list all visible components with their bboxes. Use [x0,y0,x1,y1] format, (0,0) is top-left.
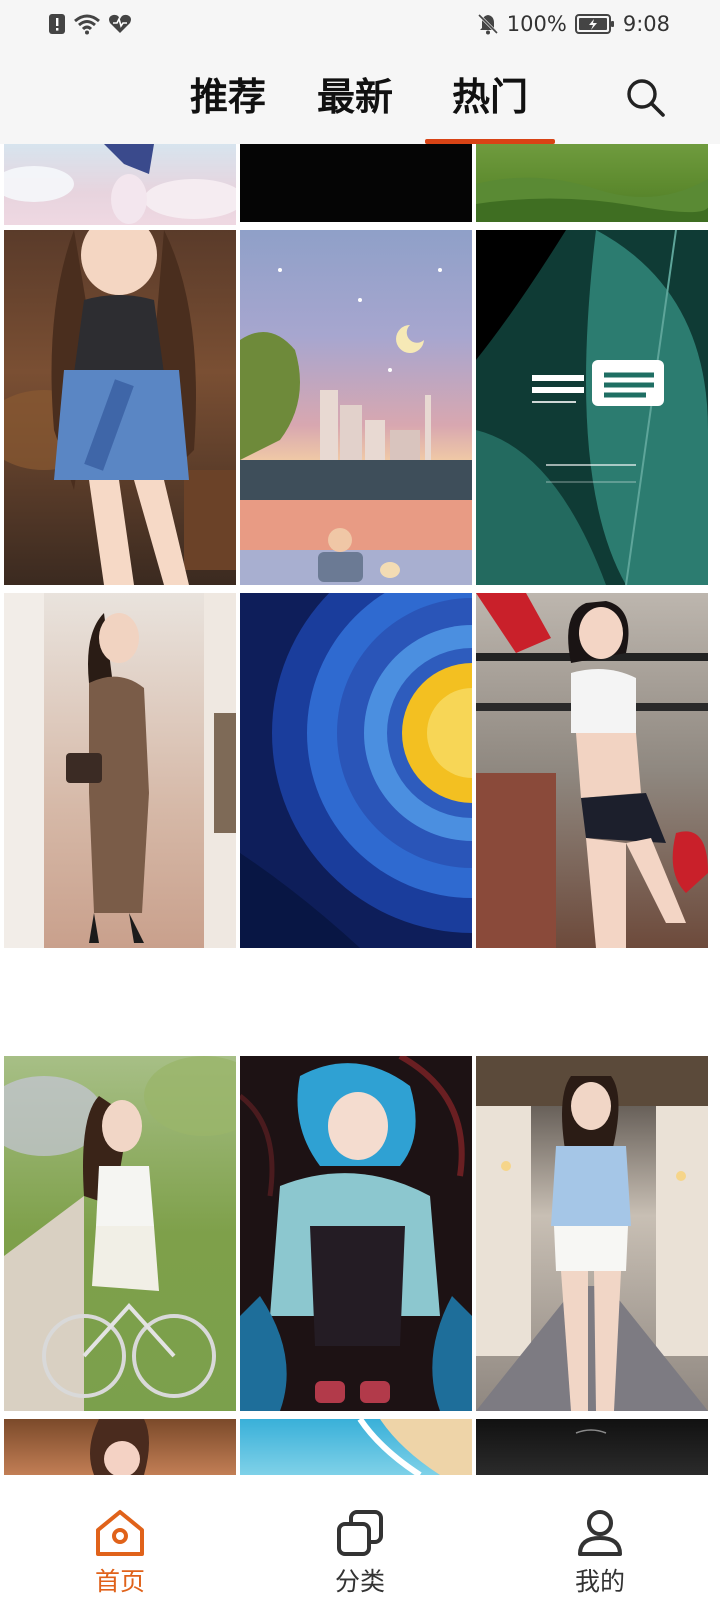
wallpaper-image [90,1419,149,1475]
wallpaper-image [240,593,472,948]
tab-latest[interactable]: 最新 [300,72,410,122]
wallpaper-image [4,1056,236,1411]
status-left [48,13,132,35]
status-bar: 100% 9:08 [0,0,720,48]
wallpaper-tile[interactable] [240,1056,472,1411]
wifi-icon [74,13,100,35]
wallpaper-tile[interactable] [4,593,236,948]
wallpaper-tile[interactable] [4,230,236,585]
wallpaper-image [4,144,236,224]
wallpaper-tile[interactable] [240,144,472,222]
wallpaper-image [575,1429,607,1434]
tab-recommended[interactable]: 推荐 [173,72,283,122]
wallpaper-tile[interactable] [240,593,472,948]
wallpaper-tile[interactable] [476,1056,708,1411]
wallpaper-image [4,230,236,585]
nav-category[interactable]: 分类 [240,1500,480,1600]
status-right: 100% 9:08 [477,12,670,36]
wallpaper-tile[interactable] [240,1419,472,1475]
nav-home[interactable]: 首页 [0,1500,240,1600]
wallpaper-tile[interactable] [476,230,708,585]
wallpaper-tile[interactable] [240,230,472,585]
wallpaper-image [4,593,236,948]
battery-icon [574,13,615,35]
wallpaper-tile[interactable] [476,593,708,948]
battery-percent: 100% [506,12,567,36]
wallpaper-image [240,1056,472,1411]
heart-rate-icon [108,13,132,35]
search-icon [627,79,665,117]
wallpaper-image [476,593,708,948]
wallpaper-image [476,177,708,222]
wallpaper-tile[interactable] [4,1056,236,1411]
tab-popular[interactable]: 热门 [435,72,545,122]
top-nav: 推荐 最新 热门 [0,48,720,144]
nav-home-label: 首页 [94,1567,145,1596]
nav-profile-label: 我的 [574,1567,625,1596]
wallpaper-tile[interactable] [476,144,708,222]
clock: 9:08 [622,12,670,36]
wallpaper-tile[interactable] [476,1419,708,1475]
nav-category-label: 分类 [334,1567,385,1596]
bottom-nav: 首页 分类 我的 [0,1500,720,1600]
search-button[interactable] [624,76,668,120]
wallpaper-image [357,1419,472,1475]
wallpaper-tile[interactable] [4,1419,236,1475]
category-icon [337,1510,383,1556]
nav-profile[interactable]: 我的 [480,1500,720,1600]
wallpaper-tile[interactable] [4,144,236,225]
wallpaper-image [476,230,708,585]
home-icon [96,1510,144,1556]
alert-icon [48,13,66,35]
bell-muted-icon [477,13,499,35]
wallpaper-image [476,1056,708,1411]
profile-icon [578,1510,622,1556]
wallpaper-image [240,268,472,585]
